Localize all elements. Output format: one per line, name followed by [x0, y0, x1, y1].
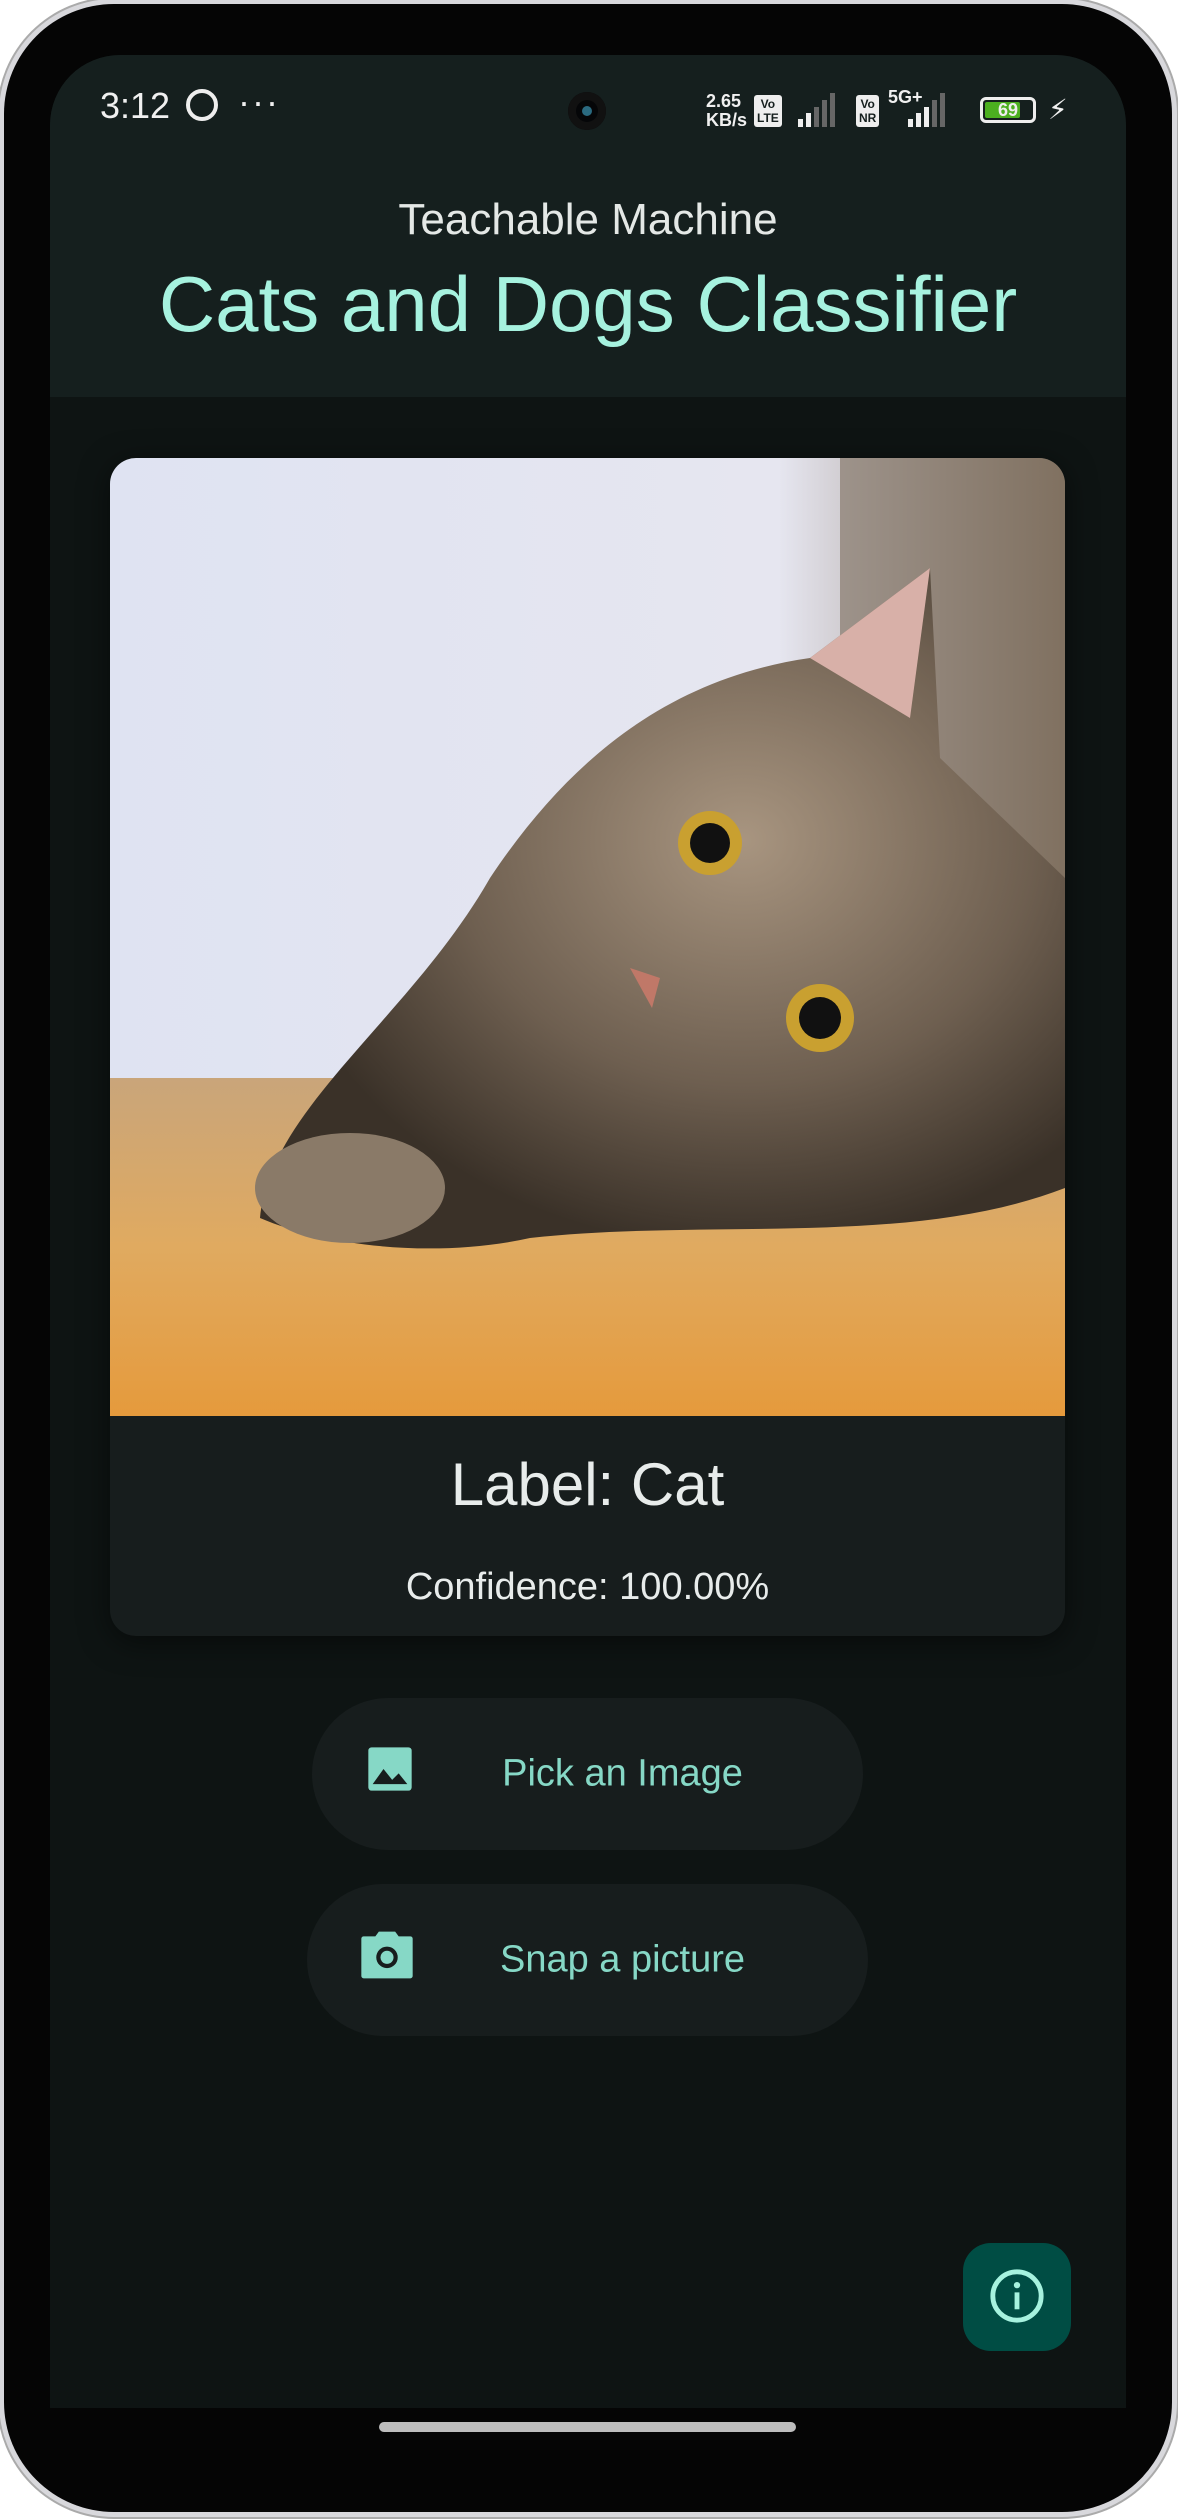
front-camera — [568, 92, 606, 130]
info-button[interactable] — [963, 2243, 1071, 2351]
network-speed: 2.65 KB/s — [706, 92, 747, 130]
badge-bottom: NR — [859, 111, 877, 125]
volte-lte-badge: Vo LTE — [754, 95, 782, 127]
info-icon — [990, 2268, 1044, 2323]
prediction-label: Label: Cat — [450, 1451, 725, 1518]
signal-icon-sim2 — [908, 93, 945, 127]
pick-image-button[interactable]: Pick an Image — [312, 1698, 863, 1850]
more-notifications-icon: ··· — [238, 81, 280, 122]
badge-top: Vo — [760, 97, 776, 111]
battery-icon: 69 — [980, 97, 1036, 123]
volte-nr-badge: Vo NR — [856, 95, 880, 127]
status-time: 3:12 — [100, 85, 171, 126]
snap-picture-button[interactable]: Snap a picture — [307, 1884, 868, 2036]
app-title: Cats and Dogs Classifier — [158, 260, 1018, 348]
phone-frame: 3:12 ··· 2.65 KB/s Vo LTE Vo NR 5G+ 69 ⚡ Te… — [4, 4, 1172, 2512]
battery-level: 69 — [997, 100, 1019, 120]
result-card: Label: Cat Confidence: 100.00% — [110, 458, 1065, 1636]
badge-bottom: LTE — [757, 111, 779, 125]
snap-picture-label: Snap a picture — [499, 1938, 746, 1981]
badge-top: Vo — [860, 97, 875, 111]
pick-image-label: Pick an Image — [502, 1752, 743, 1795]
app-header: 3:12 ··· 2.65 KB/s Vo LTE Vo NR 5G+ 69 ⚡ Te… — [50, 55, 1126, 397]
confidence-value: Confidence: 100.00% — [405, 1566, 770, 1608]
speed-unit: KB/s — [706, 110, 748, 130]
charging-icon: ⚡ — [1048, 94, 1068, 125]
signal-icon-sim1 — [798, 93, 835, 127]
home-indicator[interactable] — [379, 2422, 796, 2432]
screen: 3:12 ··· 2.65 KB/s Vo LTE Vo NR 5G+ 69 ⚡ Te… — [50, 55, 1126, 2408]
whatsapp-icon — [186, 89, 218, 121]
cat-photo — [110, 458, 1065, 1416]
app-subtitle: Teachable Machine — [398, 195, 778, 244]
status-bar: 3:12 ··· 2.65 KB/s Vo LTE Vo NR 5G+ 69 ⚡ — [50, 55, 1126, 165]
speed-value: 2.65 — [706, 91, 742, 111]
